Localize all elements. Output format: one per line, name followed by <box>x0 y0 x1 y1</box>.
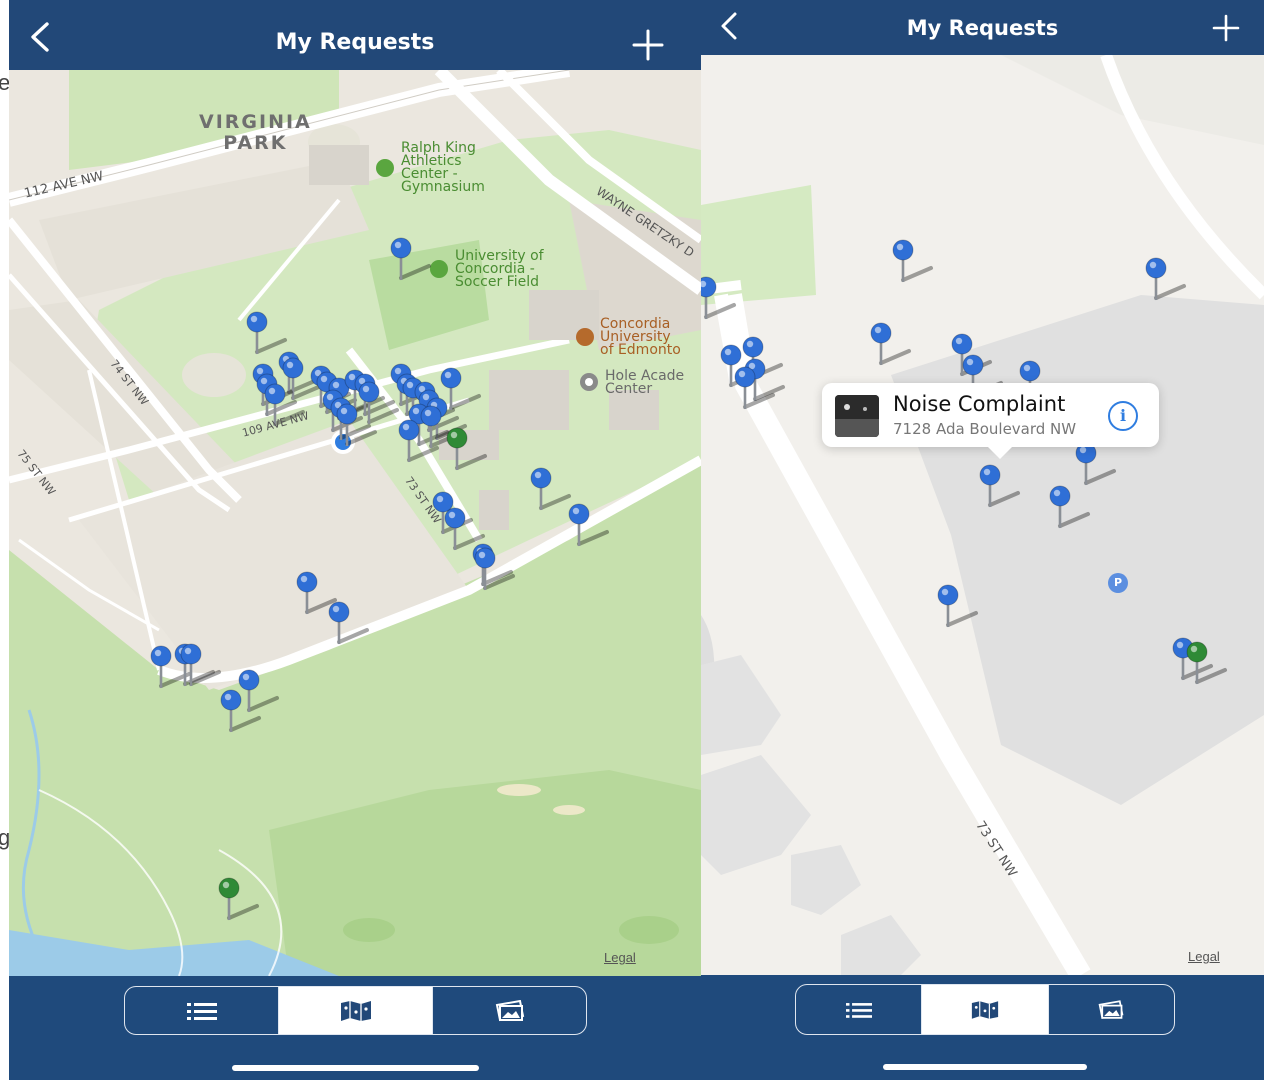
photos-view-tab[interactable] <box>432 987 586 1034</box>
page-title: My Requests <box>906 16 1059 40</box>
add-button[interactable] <box>1212 14 1240 47</box>
legal-link[interactable]: Legal <box>604 950 636 965</box>
map-view[interactable]: 73 ST NW P Noise Complaint 7128 Ada Boul… <box>701 55 1264 975</box>
view-segmented-control <box>795 984 1175 1035</box>
hole-academic-label: Hole Acade Center <box>605 368 685 397</box>
page-title: My Requests <box>275 30 435 55</box>
map-canvas <box>9 70 701 976</box>
map-pin-blue[interactable] <box>1145 257 1186 300</box>
soccer-field-label: University of Concordia - Soccer Field <box>455 248 544 290</box>
right-screen: My Requests 73 ST NW P Noise Complaint 7… <box>701 0 1264 1080</box>
photos-icon <box>1098 999 1124 1019</box>
home-indicator <box>883 1064 1087 1070</box>
list-view-tab[interactable] <box>796 985 921 1034</box>
map-icon <box>971 1000 999 1019</box>
navbar: My Requests <box>701 0 1264 55</box>
left-screen: My Requests VIRGINIA PARK Ralph King Ath… <box>9 0 701 1080</box>
info-button[interactable]: i <box>1108 401 1138 431</box>
request-thumbnail <box>835 395 879 437</box>
left-edge-strip: e g <box>0 0 10 1080</box>
list-view-tab[interactable] <box>125 987 278 1034</box>
map-view-tab[interactable] <box>921 985 1048 1034</box>
navbar: My Requests <box>9 0 701 70</box>
view-segmented-control <box>124 986 587 1035</box>
home-indicator <box>232 1065 479 1071</box>
list-icon <box>186 1002 217 1020</box>
park-label: VIRGINIA PARK <box>199 111 312 154</box>
map-pin-blue[interactable] <box>870 322 911 365</box>
map-view[interactable]: VIRGINIA PARK Ralph King Athletics Cente… <box>9 70 701 976</box>
photo-thumbnail-icon <box>835 395 879 437</box>
list-icon <box>845 1002 872 1018</box>
callout-address: 7128 Ada Boulevard NW <box>893 420 1077 438</box>
add-button[interactable] <box>631 28 665 67</box>
map-view-tab[interactable] <box>278 987 432 1034</box>
concordia-label: Concordia University of Edmonto <box>600 316 681 358</box>
gym-label: Ralph King Athletics Center - Gymnasium <box>401 140 485 195</box>
callout-title: Noise Complaint <box>893 392 1066 416</box>
map-icon <box>340 1000 371 1021</box>
map-pin-blue[interactable] <box>892 239 933 282</box>
photos-icon <box>495 999 524 1021</box>
parking-label: P <box>1114 576 1123 589</box>
plus-icon <box>1212 14 1240 42</box>
request-callout[interactable]: Noise Complaint 7128 Ada Boulevard NW i <box>822 383 1159 459</box>
plus-icon <box>632 29 664 61</box>
photos-view-tab[interactable] <box>1047 985 1174 1034</box>
legal-link[interactable]: Legal <box>1188 949 1220 964</box>
